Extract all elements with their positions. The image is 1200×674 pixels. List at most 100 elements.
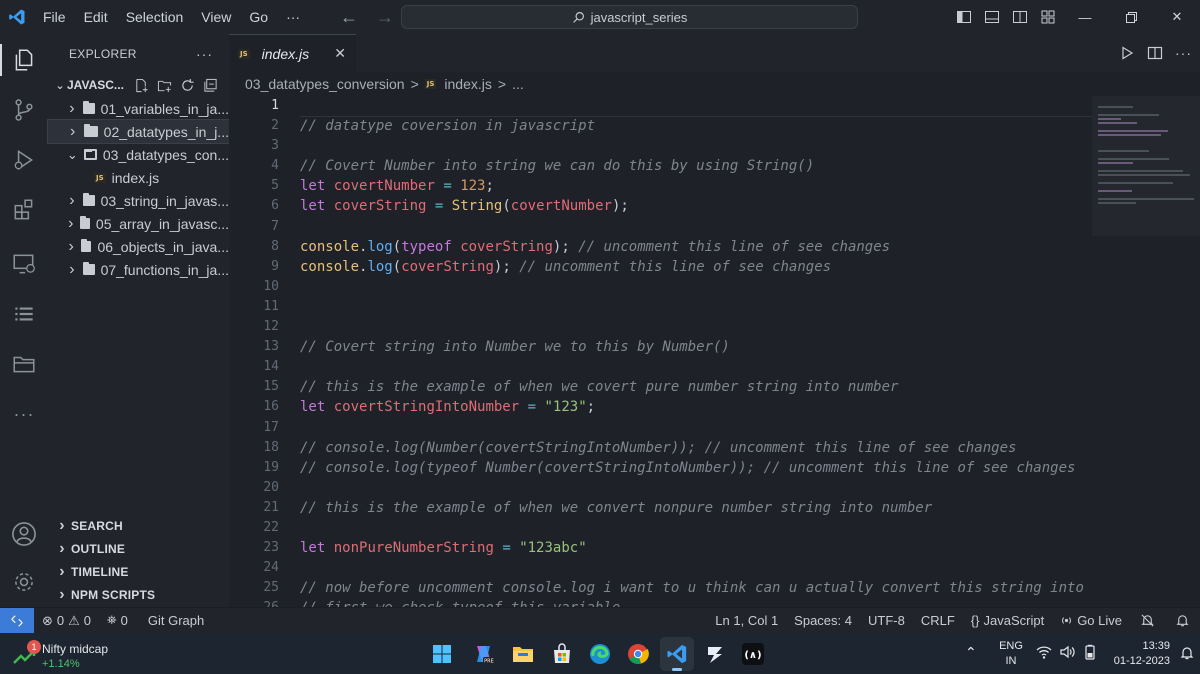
code-line[interactable]: console.log(coverString); // uncomment t… bbox=[300, 257, 1092, 277]
menu-item-go[interactable]: Go bbox=[240, 0, 277, 34]
tree-folder[interactable]: › 06_objects_in_java... bbox=[48, 235, 229, 258]
more-views-icon[interactable]: ··· bbox=[0, 390, 48, 438]
copilot-icon[interactable]: PRE bbox=[467, 637, 501, 671]
show-hidden-icons-chevron-icon[interactable]: ⌃ bbox=[965, 644, 977, 661]
terminal-app-icon[interactable]: (∧) bbox=[736, 637, 770, 671]
explorer-more-button[interactable]: ··· bbox=[196, 46, 213, 62]
code-line[interactable] bbox=[300, 518, 1092, 538]
chrome-browser-icon[interactable] bbox=[621, 637, 655, 671]
tree-folder[interactable]: › 05_array_in_javasc... bbox=[48, 212, 229, 235]
edge-browser-icon[interactable] bbox=[583, 637, 617, 671]
file-explorer-icon[interactable] bbox=[506, 637, 540, 671]
forward-arrow-icon[interactable]: → bbox=[376, 7, 394, 28]
language-mode[interactable]: {} JavaScript bbox=[963, 613, 1052, 628]
cursor-position[interactable]: Ln 1, Col 1 bbox=[707, 613, 786, 628]
windows-start-icon[interactable] bbox=[425, 637, 459, 671]
end-of-line[interactable]: CRLF bbox=[913, 613, 963, 628]
notification-center-icon[interactable] bbox=[1180, 645, 1194, 666]
code-line[interactable]: let covertNumber = 123; bbox=[300, 176, 1092, 196]
code-line[interactable]: // first we check typeof this variable bbox=[300, 598, 1092, 607]
code-line[interactable] bbox=[300, 277, 1092, 297]
toggle-panel-icon[interactable] bbox=[978, 0, 1006, 34]
vscode-taskbar-icon[interactable] bbox=[660, 637, 694, 671]
code-area[interactable]: // datatype coversion in javascript // Co… bbox=[300, 96, 1092, 607]
new-file-icon[interactable] bbox=[134, 78, 149, 93]
command-center-search[interactable]: javascript_series bbox=[401, 5, 858, 29]
collapse-all-icon[interactable] bbox=[203, 78, 218, 93]
language-indicator[interactable]: ENG IN bbox=[996, 639, 1026, 669]
minimize-button[interactable]: — bbox=[1062, 0, 1108, 34]
split-editor-icon[interactable] bbox=[1147, 45, 1163, 61]
menu-item-edit[interactable]: Edit bbox=[75, 0, 117, 34]
refresh-icon[interactable] bbox=[180, 78, 195, 93]
menu-more[interactable]: ··· bbox=[277, 0, 309, 34]
new-folder-icon[interactable] bbox=[157, 78, 172, 93]
git-graph-button[interactable]: Git Graph bbox=[136, 613, 212, 628]
settings-gear-icon[interactable] bbox=[0, 558, 48, 606]
menu-item-file[interactable]: File bbox=[34, 0, 75, 34]
clock[interactable]: 13:39 01-12-2023 bbox=[1100, 639, 1170, 669]
code-line[interactable] bbox=[300, 558, 1092, 578]
remote-indicator-icon[interactable] bbox=[0, 607, 34, 634]
code-line[interactable] bbox=[300, 297, 1092, 317]
code-line[interactable]: // console.log(Number(covertStringIntoNu… bbox=[300, 438, 1092, 458]
menu-item-selection[interactable]: Selection bbox=[117, 0, 193, 34]
go-live-button[interactable]: Go Live bbox=[1052, 613, 1130, 628]
code-line[interactable]: // this is the example of when we covert… bbox=[300, 377, 1092, 397]
tree-file[interactable]: JS index.js bbox=[48, 166, 229, 189]
stock-widget[interactable]: 1 Nifty midcap +1.14% bbox=[10, 637, 130, 671]
restore-button[interactable] bbox=[1108, 0, 1154, 34]
code-line[interactable] bbox=[300, 418, 1092, 438]
problems-status[interactable]: ⊗ 0 ⚠ 0 bbox=[34, 613, 99, 629]
workspace-root[interactable]: ⌄ JAVASC... bbox=[48, 74, 229, 96]
minimap[interactable] bbox=[1092, 96, 1200, 607]
code-line[interactable]: let nonPureNumberString = "123abc" bbox=[300, 538, 1092, 558]
tree-folder[interactable]: › 01_variables_in_ja... bbox=[48, 97, 229, 120]
code-line[interactable] bbox=[300, 136, 1092, 156]
extensions-icon[interactable] bbox=[0, 186, 48, 234]
close-tab-icon[interactable]: ✕ bbox=[334, 45, 346, 62]
code-editor[interactable]: 1 2 3 4 5 6 7 8 9 10 11 12 13 14 15 16 17 18 19 20 21 22 23 24 2… bbox=[229, 96, 1200, 607]
toggle-primary-sidebar-icon[interactable] bbox=[950, 0, 978, 34]
tree-folder[interactable]: › 02_datatypes_in_j... bbox=[47, 119, 230, 144]
indentation[interactable]: Spaces: 4 bbox=[786, 613, 860, 628]
source-control-icon[interactable] bbox=[0, 86, 48, 134]
breadcrumb-folder[interactable]: 03_datatypes_conversion bbox=[245, 76, 405, 92]
code-line[interactable]: console.log(typeof coverString); // unco… bbox=[300, 237, 1092, 257]
breadcrumb-file[interactable]: index.js bbox=[444, 76, 491, 92]
code-line[interactable]: // now before uncomment console.log i wa… bbox=[300, 578, 1092, 598]
system-tray[interactable] bbox=[1036, 644, 1098, 660]
project-folders-icon[interactable] bbox=[0, 340, 48, 388]
code-line[interactable]: // datatype coversion in javascript bbox=[300, 116, 1092, 136]
section-npm-scripts[interactable]: › NPM SCRIPTS bbox=[48, 583, 229, 606]
notifications-bell-icon[interactable] bbox=[1165, 613, 1200, 628]
code-line[interactable]: // this is the example of when we conver… bbox=[300, 498, 1092, 518]
code-line[interactable]: let coverString = String(covertNumber); bbox=[300, 196, 1092, 216]
code-line[interactable] bbox=[300, 96, 1092, 118]
close-window-button[interactable]: ✕ bbox=[1154, 0, 1200, 34]
tree-folder[interactable]: › 07_functions_in_ja... bbox=[48, 258, 229, 281]
ports-status[interactable]: ⛯ 0 bbox=[99, 613, 136, 628]
explorer-icon[interactable] bbox=[0, 36, 48, 84]
tree-folder[interactable]: › 03_string_in_javas... bbox=[48, 189, 229, 212]
tab-index-js[interactable]: JS index.js ✕ bbox=[229, 34, 356, 72]
code-line[interactable]: // console.log(typeof Number(covertStrin… bbox=[300, 458, 1092, 478]
code-line[interactable] bbox=[300, 217, 1092, 237]
code-line[interactable]: let covertStringIntoNumber = "123"; bbox=[300, 397, 1092, 417]
accounts-icon[interactable] bbox=[0, 510, 48, 558]
toggle-secondary-sidebar-icon[interactable] bbox=[1006, 0, 1034, 34]
section-outline[interactable]: › OUTLINE bbox=[48, 537, 229, 560]
run-and-debug-icon[interactable] bbox=[0, 136, 48, 184]
app-taskbar-icon[interactable] bbox=[698, 637, 732, 671]
code-line[interactable]: // Covert string into Number we to this … bbox=[300, 337, 1092, 357]
section-timeline[interactable]: › TIMELINE bbox=[48, 560, 229, 583]
list-view-icon[interactable] bbox=[0, 290, 48, 338]
remote-explorer-icon[interactable] bbox=[0, 240, 48, 288]
run-icon[interactable] bbox=[1119, 45, 1135, 61]
code-line[interactable] bbox=[300, 357, 1092, 377]
minimap-slider[interactable] bbox=[1092, 96, 1200, 236]
more-actions-icon[interactable]: ··· bbox=[1175, 45, 1192, 61]
customize-layout-icon[interactable] bbox=[1034, 0, 1062, 34]
back-arrow-icon[interactable]: ← bbox=[340, 7, 358, 28]
code-line[interactable] bbox=[300, 478, 1092, 498]
